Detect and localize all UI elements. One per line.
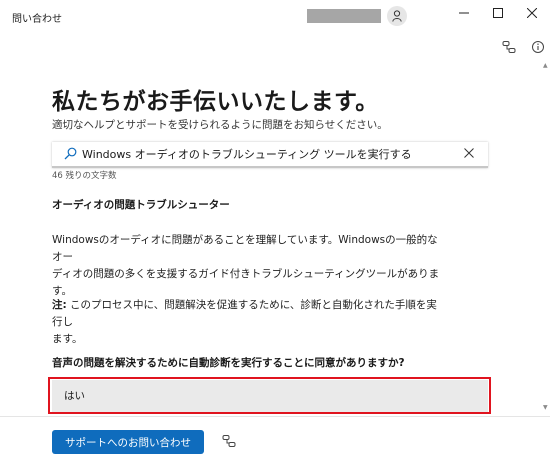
- scroll-down-arrow-icon[interactable]: ▼: [543, 404, 548, 411]
- scroll-up-arrow-icon[interactable]: ▲: [543, 62, 548, 69]
- scrollbar[interactable]: [543, 58, 549, 412]
- page-title: 私たちがお手伝いいたします。: [52, 89, 379, 115]
- search-icon: [64, 147, 77, 160]
- window-title: 問い合わせ: [12, 14, 62, 25]
- info-icon[interactable]: [531, 40, 545, 54]
- description-text: Windowsのオーディオに問題があることを理解しています。Windowsの一般…: [52, 232, 442, 300]
- page-subtitle: 適切なヘルプとサポートを受けられるように問題をお知らせください。: [52, 119, 388, 131]
- note-line: 注: このプロセス中に、問題解決を促進するために、診断と自動化された手順を実行し: [52, 297, 442, 331]
- search-input[interactable]: [82, 144, 462, 164]
- title-bar: 問い合わせ: [0, 0, 550, 32]
- close-button[interactable]: [512, 0, 550, 26]
- answer-yes-option[interactable]: はい: [52, 380, 488, 412]
- person-icon: [392, 10, 402, 22]
- maximize-icon: [493, 8, 503, 18]
- description-line: Windowsのオーディオに問題があることを理解しています。Windowsの一般…: [52, 234, 438, 263]
- note-line: ます。: [52, 333, 83, 345]
- search-box[interactable]: [52, 142, 488, 168]
- note-text: 注: このプロセス中に、問題解決を促進するために、診断と自動化された手順を実行し…: [52, 297, 442, 348]
- remaining-char-count: 46 残りの文字数: [52, 171, 117, 181]
- description-line: ディオの問題の多くを支援するガイド付きトラブルシューティングツールがありま: [52, 268, 440, 280]
- minimize-icon: [459, 12, 469, 14]
- share-icon[interactable]: [222, 434, 236, 448]
- section-title: オーディオの問題トラブルシューター: [52, 199, 230, 211]
- note-label: 注:: [52, 299, 67, 311]
- footer-bar: サポートへのお問い合わせ: [0, 416, 550, 464]
- contact-support-button[interactable]: サポートへのお問い合わせ: [52, 430, 204, 454]
- note-line-text: このプロセス中に、問題解決を促進するために、診断と自動化された手順を実行し: [52, 299, 437, 328]
- share-icon[interactable]: [502, 40, 516, 54]
- close-icon: [527, 8, 537, 18]
- answer-yes-label: はい: [64, 390, 85, 402]
- account-avatar[interactable]: [387, 6, 407, 26]
- consent-question: 音声の問題を解決するために自動診断を実行することに同意がありますか?: [52, 357, 405, 369]
- clear-icon[interactable]: [464, 148, 474, 158]
- account-name-redacted[interactable]: [307, 9, 381, 23]
